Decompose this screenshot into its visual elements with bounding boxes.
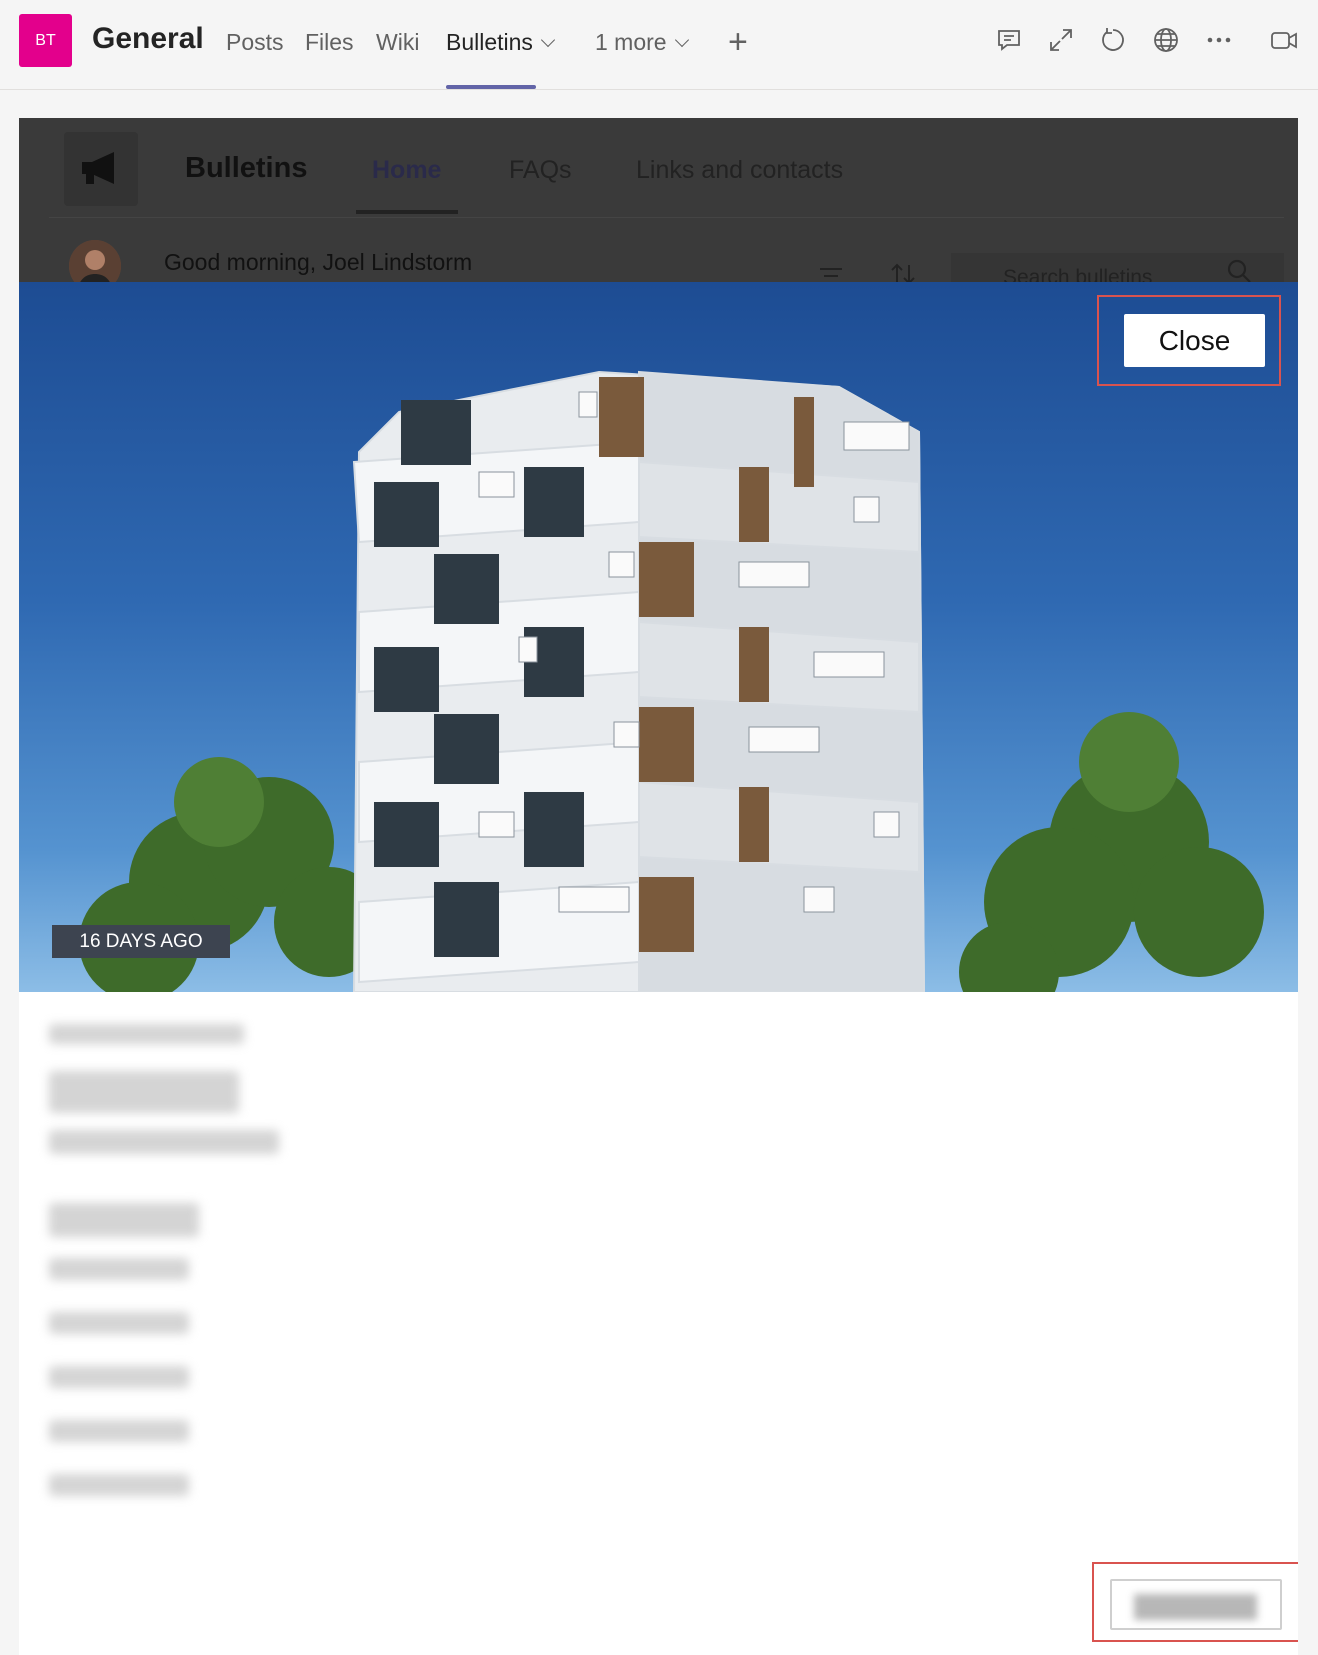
tab-files[interactable]: Files (305, 29, 354, 56)
active-tab-indicator (446, 85, 536, 89)
tab-faqs[interactable]: FAQs (509, 156, 572, 185)
blurred-text (49, 1366, 189, 1388)
globe-icon[interactable] (1152, 26, 1180, 54)
tab-posts[interactable]: Posts (226, 29, 284, 56)
blurred-text (49, 1024, 244, 1044)
building-image (79, 370, 1264, 992)
add-tab-icon[interactable]: + (728, 24, 748, 60)
bulletin-hero-image: 16 DAYS AGO (19, 282, 1298, 992)
blurred-text (49, 1474, 189, 1496)
more-icon[interactable] (1205, 26, 1233, 54)
team-avatar[interactable]: BT (19, 14, 72, 67)
blurred-text (49, 1130, 279, 1154)
bottom-action-button[interactable] (1110, 1579, 1282, 1630)
expand-icon[interactable] (1047, 26, 1075, 54)
posted-date-badge: 16 DAYS AGO (52, 925, 230, 958)
app-title: Bulletins (185, 152, 308, 184)
refresh-icon[interactable] (1099, 26, 1127, 54)
channel-name: General (92, 22, 204, 55)
megaphone-icon (64, 132, 138, 206)
blurred-text (49, 1420, 189, 1442)
blurred-text (49, 1312, 189, 1334)
chevron-down-icon (674, 32, 689, 48)
blurred-text (49, 1258, 189, 1280)
app-active-tab-indicator (356, 210, 458, 214)
blurred-text (49, 1071, 239, 1113)
tab-bulletins-label: Bulletins (446, 29, 533, 55)
greeting-text: Good morning, Joel Lindstorm (164, 249, 473, 275)
conversation-icon[interactable] (995, 26, 1023, 54)
tab-bulletins[interactable]: Bulletins (446, 29, 556, 56)
blurred-button-label (1134, 1594, 1257, 1620)
tab-home[interactable]: Home (372, 156, 441, 185)
tab-more-label: 1 more (595, 29, 667, 55)
divider (49, 217, 1284, 218)
blurred-text (49, 1203, 199, 1237)
tab-wiki[interactable]: Wiki (376, 29, 419, 56)
tab-links-and-contacts[interactable]: Links and contacts (636, 156, 843, 185)
chevron-down-icon (540, 32, 556, 48)
tab-more[interactable]: 1 more (595, 29, 689, 56)
teams-channel-header: BT General Posts Files Wiki Bulletins 1 … (0, 0, 1318, 90)
close-button[interactable]: Close (1124, 314, 1265, 367)
app-header-dimmed: Bulletins Home FAQs Links and contacts G… (19, 118, 1298, 293)
meet-icon[interactable] (1270, 26, 1298, 54)
